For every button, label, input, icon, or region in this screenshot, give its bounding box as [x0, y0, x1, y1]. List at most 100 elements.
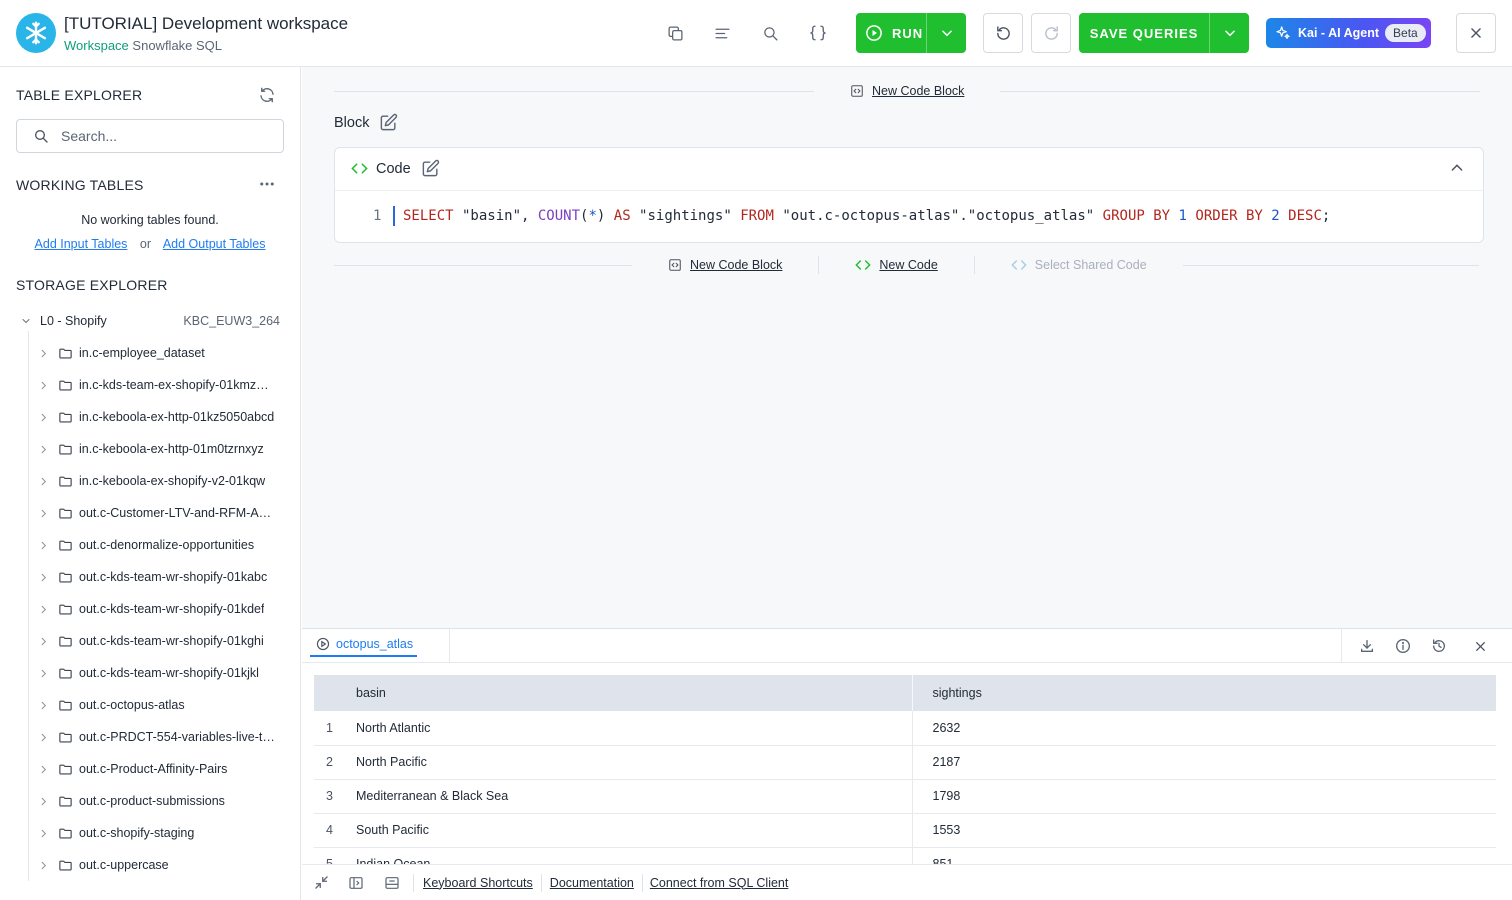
cell-sightings[interactable]: 1798 [912, 779, 1496, 814]
cell-sightings[interactable]: 851 [912, 847, 1496, 865]
bucket-item[interactable]: out.c-kds-team-wr-shopify-01kdef [36, 593, 286, 625]
block-title-text: Block [334, 114, 370, 131]
search-icon[interactable] [758, 21, 782, 45]
cell-sightings[interactable]: 2632 [912, 711, 1496, 746]
chevron-right-icon [36, 732, 50, 743]
run-options-button[interactable] [926, 13, 966, 53]
undo-button[interactable] [983, 13, 1023, 53]
edit-icon[interactable] [421, 159, 440, 178]
column-header-basin[interactable]: basin [356, 675, 913, 711]
new-code-block-top-button[interactable]: New Code Block [850, 84, 964, 98]
bucket-item[interactable]: out.c-shopify-staging [36, 817, 286, 849]
sql-token: ; [1321, 208, 1331, 224]
sql-token: * [588, 208, 597, 224]
new-code-block-button[interactable]: New Code Block [668, 258, 782, 272]
bucket-item[interactable]: out.c-product-submissions [36, 785, 286, 817]
sidebar: TABLE EXPLORER WORKING TABLES No working… [0, 67, 301, 900]
code-icon [351, 163, 368, 174]
table-row[interactable]: 2 North Pacific 2187 [314, 745, 1496, 780]
panel-toggle-icon[interactable] [383, 874, 401, 892]
sql-token: SELECT [403, 208, 454, 224]
format-icon[interactable] [710, 21, 734, 45]
refresh-icon[interactable] [258, 86, 276, 104]
cell-basin[interactable]: North Pacific [356, 745, 913, 780]
folder-icon [58, 410, 73, 425]
kai-ai-agent-button[interactable]: Kai - AI Agent Beta [1266, 18, 1431, 48]
table-search-input[interactable] [61, 128, 261, 144]
chevron-right-icon [36, 860, 50, 871]
code-title: Code [376, 160, 411, 177]
results-tab[interactable]: octopus_atlas [316, 637, 413, 651]
bucket-item[interactable]: out.c-octopus-atlas [36, 689, 286, 721]
select-shared-code-button[interactable]: Select Shared Code [1011, 257, 1147, 273]
cell-basin[interactable]: North Atlantic [356, 711, 913, 746]
collapse-icon[interactable] [312, 874, 330, 892]
run-button[interactable]: RUN [856, 13, 966, 53]
edit-icon[interactable] [379, 113, 398, 132]
table-row[interactable]: 1 North Atlantic 2632 [314, 711, 1496, 746]
bucket-item[interactable]: out.c-kds-team-wr-shopify-01kabc [36, 561, 286, 593]
bucket-item[interactable]: out.c-PRDCT-554-variables-live-test [36, 721, 286, 753]
stage-row[interactable]: L0 - Shopify KBC_EUW3_264 [20, 312, 280, 330]
copy-icon[interactable] [663, 21, 687, 45]
cell-sightings[interactable]: 1553 [912, 813, 1496, 848]
table-row[interactable]: 3 Mediterranean & Black Sea 1798 [314, 779, 1496, 814]
bucket-item[interactable]: out.c-Customer-LTV-and-RFM-Analysis [36, 497, 286, 529]
results-body: 1 North Atlantic 2632 2 North Pacific 2187 3 Me… [314, 711, 1496, 865]
bucket-item[interactable]: in.c-keboola-ex-shopify-v2-01kqw [36, 465, 286, 497]
stage-name: L0 - Shopify [40, 314, 107, 328]
info-icon[interactable] [1394, 637, 1412, 655]
add-input-tables-link[interactable]: Add Input Tables [35, 237, 128, 251]
bucket-item[interactable]: in.c-keboola-ex-http-01m0tzrnxyz [36, 433, 286, 465]
chevron-up-icon[interactable] [1449, 160, 1465, 176]
more-options-icon[interactable] [258, 175, 276, 193]
new-code-button[interactable]: New Code [855, 257, 938, 273]
bucket-item[interactable]: in.c-keboola-ex-http-01kz5050abcd [36, 401, 286, 433]
folder-icon [58, 634, 73, 649]
bucket-item[interactable]: out.c-kds-team-wr-shopify-01kjkl [36, 657, 286, 689]
save-queries-button[interactable]: SAVE QUERIES [1079, 13, 1249, 53]
chevron-down-icon [22, 319, 30, 324]
sidebar-toggle-icon[interactable] [347, 874, 365, 892]
sql-token: ) [596, 208, 614, 224]
footer-bar: Keyboard Shortcuts Documentation Connect… [302, 864, 1512, 900]
documentation-link[interactable]: Documentation [550, 876, 634, 890]
table-row[interactable]: 4 South Pacific 1553 [314, 813, 1496, 848]
bucket-name: out.c-product-submissions [79, 794, 225, 808]
text-caret [393, 206, 395, 226]
sql-token: 1 [1178, 208, 1187, 224]
cell-basin[interactable]: South Pacific [356, 813, 913, 848]
sql-token: ( [580, 208, 589, 224]
sql-editor-line[interactable]: 1 SELECT "basin", COUNT(*) AS "sightings… [373, 206, 1330, 226]
bucket-item[interactable]: in.c-kds-team-ex-shopify-01kmz5qv8hkxq [36, 369, 286, 401]
folder-icon [58, 378, 73, 393]
cell-sightings[interactable]: 2187 [912, 745, 1496, 780]
close-results-icon[interactable] [1471, 637, 1489, 655]
variables-icon[interactable] [806, 21, 830, 45]
chevron-right-icon [36, 764, 50, 775]
bucket-item[interactable]: in.c-employee_dataset [36, 337, 286, 369]
bucket-item[interactable]: out.c-uppercase [36, 849, 286, 881]
add-output-tables-link[interactable]: Add Output Tables [163, 237, 266, 251]
bucket-item[interactable]: out.c-denormalize-opportunities [36, 529, 286, 561]
download-icon[interactable] [1358, 637, 1376, 655]
run-main-button[interactable]: RUN [856, 13, 926, 53]
connect-sql-client-link[interactable]: Connect from SQL Client [650, 876, 788, 890]
table-row[interactable]: 5 Indian Ocean 851 [314, 847, 1496, 865]
keyboard-shortcuts-link[interactable]: Keyboard Shortcuts [423, 876, 533, 890]
results-panel: octopus_atlas basin sightings 1 North At… [302, 628, 1512, 865]
bucket-item[interactable]: out.c-kds-team-wr-shopify-01kghi [36, 625, 286, 657]
cell-basin[interactable]: Indian Ocean [356, 847, 913, 865]
bucket-item[interactable]: out.c-Product-Affinity-Pairs [36, 753, 286, 785]
save-options-button[interactable] [1209, 13, 1249, 53]
close-button[interactable] [1456, 13, 1496, 53]
redo-button[interactable] [1031, 13, 1071, 53]
column-header-sightings[interactable]: sightings [912, 675, 1496, 711]
save-queries-main-button[interactable]: SAVE QUERIES [1079, 13, 1209, 53]
folder-icon [58, 858, 73, 873]
redo-icon [1044, 25, 1058, 40]
cell-basin[interactable]: Mediterranean & Black Sea [356, 779, 913, 814]
history-icon[interactable] [1430, 637, 1448, 655]
